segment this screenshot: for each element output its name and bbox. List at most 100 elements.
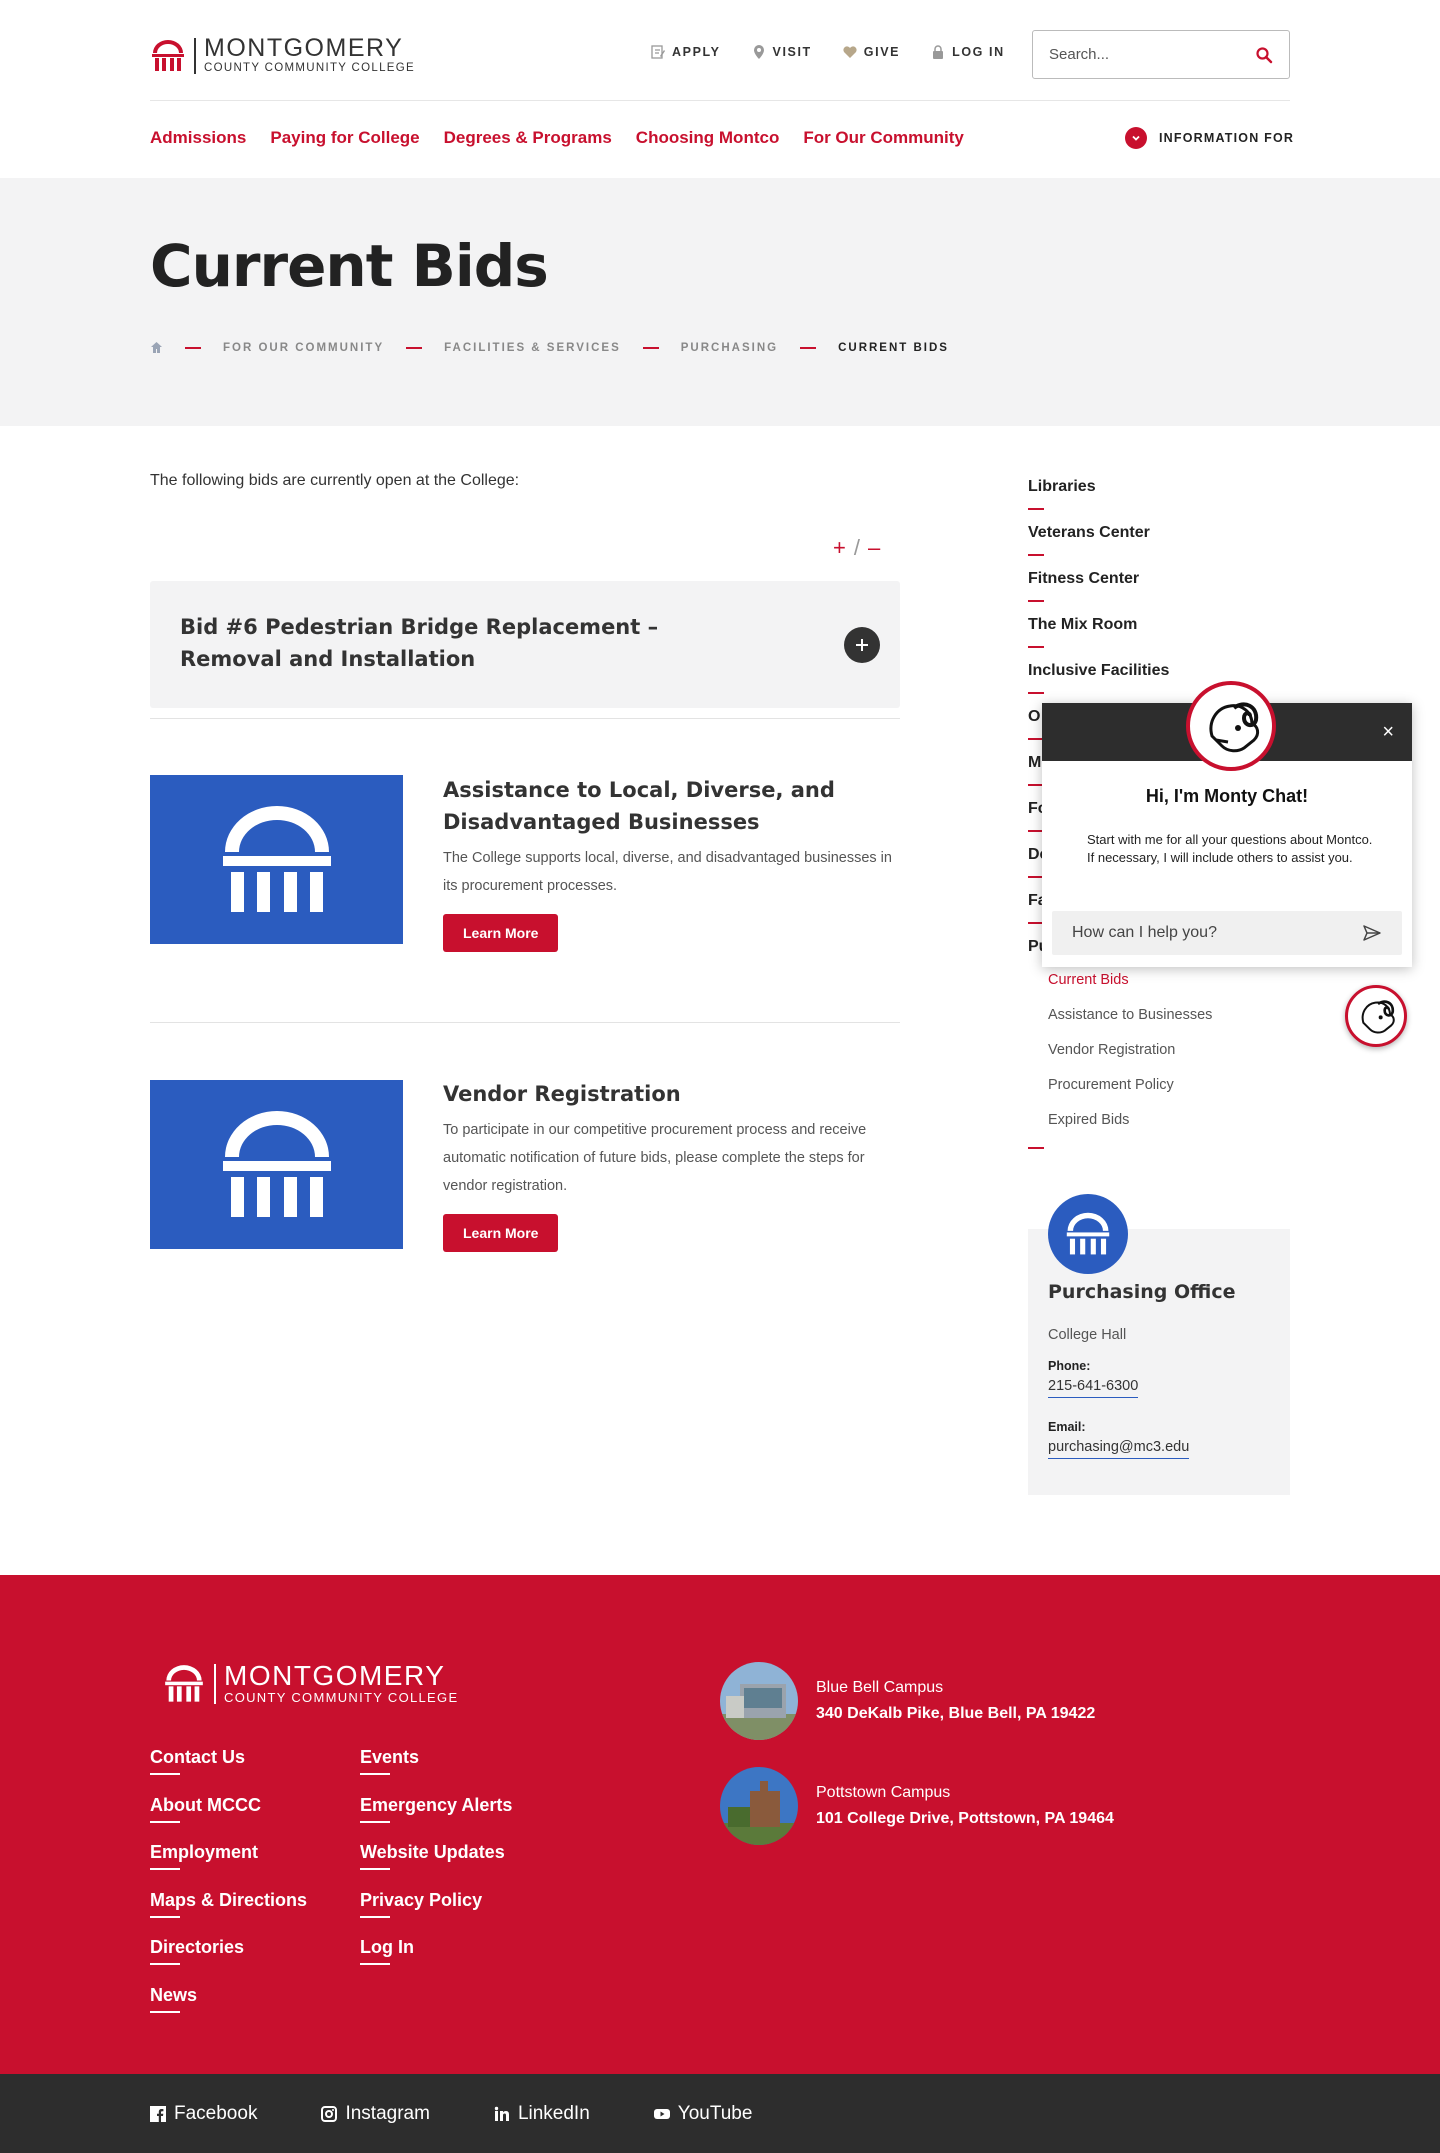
office-phone-link[interactable]: 215-641-6300	[1048, 1378, 1139, 1398]
nav-degrees-programs[interactable]: Degrees & Programs	[444, 128, 612, 148]
learn-more-button-assistance[interactable]: Learn More	[443, 914, 559, 952]
header-divider	[150, 100, 1290, 101]
nav-paying-for-college[interactable]: Paying for College	[270, 128, 419, 148]
content-divider	[150, 1022, 900, 1023]
sidebar-underline	[1028, 692, 1044, 694]
footer-link-underline	[150, 1820, 180, 1823]
expand-all-button[interactable]: +	[833, 535, 846, 561]
subnav-current-bids[interactable]: Current Bids	[1048, 972, 1212, 1007]
campus-info: Pottstown Campus 101 College Drive, Pott…	[816, 1780, 1114, 1832]
sidebar-underline	[1028, 646, 1044, 648]
footer-link-about[interactable]: About MCCC	[150, 1795, 307, 1843]
ram-mascot-icon	[1186, 681, 1276, 771]
utility-visit-link[interactable]: VISIT	[751, 44, 812, 60]
dome-building-icon	[222, 1110, 331, 1217]
footer-link-label: Directories	[150, 1937, 245, 1957]
search-input[interactable]	[1049, 46, 1255, 63]
dome-building-icon	[222, 805, 331, 912]
breadcrumb-current-bids: CURRENT BIDS	[838, 341, 949, 354]
utility-login-link[interactable]: LOG IN	[930, 44, 1005, 60]
campus-photo	[720, 1662, 798, 1740]
home-icon[interactable]	[150, 341, 163, 354]
social-label: LinkedIn	[517, 2102, 590, 2124]
intro-text: The following bids are currently open at…	[150, 472, 520, 489]
plus-icon[interactable]	[844, 627, 880, 663]
chat-input[interactable]	[1072, 924, 1362, 942]
footer-link-underline	[150, 1773, 180, 1775]
social-instagram-link[interactable]: Instagram	[321, 2102, 430, 2125]
footer-link-directories[interactable]: Directories	[150, 1937, 307, 1985]
information-for-dropdown[interactable]: INFORMATION FOR	[1125, 127, 1294, 149]
footer-link-events[interactable]: Events	[360, 1747, 512, 1795]
site-header: MONTGOMERY COUNTY COMMUNITY COLLEGE APPL…	[0, 0, 1440, 178]
logo-line2: COUNTY COMMUNITY COLLEGE	[204, 62, 415, 74]
purchasing-office-card: Purchasing Office College Hall Phone: 21…	[1028, 1194, 1290, 1495]
footer-link-updates[interactable]: Website Updates	[360, 1842, 512, 1890]
campus-blue-bell[interactable]: Blue Bell Campus 340 DeKalb Pike, Blue B…	[720, 1662, 1095, 1740]
nav-choosing-montco[interactable]: Choosing Montco	[636, 128, 780, 148]
subnav-assistance[interactable]: Assistance to Businesses	[1048, 1007, 1212, 1042]
card-text-vendor: To participate in our competitive procur…	[443, 1122, 867, 1194]
logo-line1: MONTGOMERY	[204, 34, 404, 62]
breadcrumb-facilities-services[interactable]: FACILITIES & SERVICES	[444, 342, 621, 354]
utility-give-link[interactable]: GIVE	[842, 44, 900, 60]
footer-logo[interactable]: MONTGOMERY COUNTY COMMUNITY COLLEGE	[162, 1662, 458, 1705]
office-email-label: Email:	[1048, 1420, 1086, 1434]
subnav-expired-bids[interactable]: Expired Bids	[1048, 1112, 1212, 1147]
breadcrumb-for-our-community[interactable]: FOR OUR COMMUNITY	[223, 342, 384, 354]
campus-pottstown[interactable]: Pottstown Campus 101 College Drive, Pott…	[720, 1767, 1114, 1845]
sidebar-underline	[1028, 554, 1044, 556]
social-facebook-link[interactable]: Facebook	[150, 2103, 257, 2125]
send-icon[interactable]	[1362, 923, 1382, 943]
sidebar-item-fitness[interactable]: Fitness Center	[1028, 570, 1290, 616]
footer-link-privacy[interactable]: Privacy Policy	[360, 1890, 512, 1938]
search-icon[interactable]	[1255, 46, 1273, 64]
collapse-all-button[interactable]: –	[868, 535, 880, 561]
sidebar-underline	[1028, 1147, 1044, 1149]
college-logo[interactable]: MONTGOMERY COUNTY COMMUNITY COLLEGE	[150, 36, 415, 75]
nav-admissions[interactable]: Admissions	[150, 128, 246, 148]
close-icon[interactable]: ×	[1382, 721, 1394, 744]
footer-link-maps[interactable]: Maps & Directions	[150, 1890, 307, 1938]
subnav-procurement-policy[interactable]: Procurement Policy	[1048, 1077, 1212, 1112]
office-email-link[interactable]: purchasing@mc3.edu	[1048, 1439, 1190, 1459]
search-box	[1032, 30, 1290, 79]
sidebar-item-libraries[interactable]: Libraries	[1028, 478, 1290, 524]
sidebar-item-veterans[interactable]: Veterans Center	[1028, 524, 1290, 570]
utility-nav: APPLY VISIT GIVE LOG IN	[650, 44, 1005, 60]
expand-collapse-controls: + / –	[833, 535, 880, 561]
campus-name: Blue Bell Campus	[816, 1679, 944, 1696]
social-label: Instagram	[345, 2102, 430, 2124]
footer-link-underline	[150, 1915, 180, 1918]
site-footer: MONTGOMERY COUNTY COMMUNITY COLLEGE Cont…	[0, 1575, 1440, 2074]
sidebar-underline	[1028, 600, 1044, 602]
footer-link-underline	[360, 1868, 390, 1870]
bid-title: Bid #6 Pedestrian Bridge Replacement – R…	[180, 615, 659, 671]
content-divider	[150, 718, 900, 719]
campus-address: 101 College Drive, Pottstown, PA 19464	[816, 1810, 1114, 1827]
social-label: Facebook	[174, 2102, 258, 2124]
campus-address: 340 DeKalb Pike, Blue Bell, PA 19422	[816, 1705, 1096, 1722]
card-vendor: Vendor Registration To participate in ou…	[443, 1078, 903, 1252]
footer-link-label: News	[150, 1984, 198, 2005]
logo-wordmark: MONTGOMERY COUNTY COMMUNITY COLLEGE	[204, 36, 415, 75]
footer-link-alerts[interactable]: Emergency Alerts	[360, 1795, 512, 1843]
social-youtube-link[interactable]: YouTube	[653, 2103, 752, 2125]
sidebar-item-mix-room[interactable]: The Mix Room	[1028, 616, 1290, 662]
utility-apply-link[interactable]: APPLY	[650, 44, 721, 60]
nav-for-our-community[interactable]: For Our Community	[803, 128, 964, 148]
chat-launcher-button[interactable]	[1345, 985, 1407, 1047]
social-linkedin-link[interactable]: LinkedIn	[494, 2103, 590, 2125]
footer-link-login[interactable]: Log In	[360, 1937, 512, 1985]
footer-link-contact[interactable]: Contact Us	[150, 1747, 307, 1795]
subnav-vendor-registration[interactable]: Vendor Registration	[1048, 1042, 1212, 1077]
sidebar-item-label: O	[1028, 708, 1041, 725]
bid-accordion-item[interactable]: Bid #6 Pedestrian Bridge Replacement – R…	[150, 581, 900, 708]
footer-link-label: Maps & Directions	[150, 1889, 308, 1910]
breadcrumb-purchasing[interactable]: PURCHASING	[681, 342, 778, 354]
chat-widget: × Hi, I'm Monty Chat! Start with me for …	[1042, 681, 1412, 967]
office-phone-label: Phone:	[1048, 1359, 1091, 1373]
footer-link-news[interactable]: News	[150, 1985, 307, 2033]
footer-link-employment[interactable]: Employment	[150, 1842, 307, 1890]
learn-more-button-vendor[interactable]: Learn More	[443, 1214, 559, 1252]
